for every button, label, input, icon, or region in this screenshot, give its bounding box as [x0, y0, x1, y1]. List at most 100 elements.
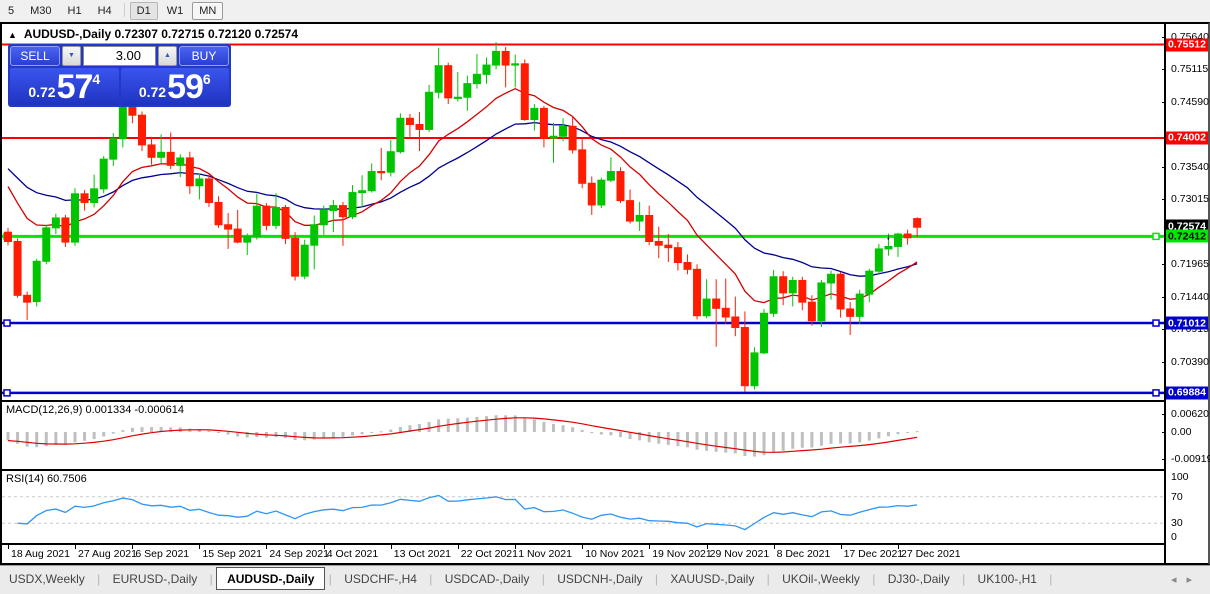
buy-price-display[interactable]: 0.72 59 6: [121, 68, 230, 105]
timeframe-button-d1[interactable]: D1: [130, 2, 158, 20]
buy-price-sup: 6: [203, 71, 211, 87]
hline-handle[interactable]: [4, 390, 10, 396]
date-tick: [324, 545, 325, 549]
arrow-marker[interactable]: ↓: [885, 230, 891, 242]
tab-separator: |: [538, 572, 548, 586]
timeframe-button-5[interactable]: 5: [1, 2, 21, 20]
rsi-indicator-panel[interactable]: RSI(14) 60.7506: [2, 471, 1164, 545]
sell-button[interactable]: SELL: [10, 46, 60, 66]
buy-price-prefix: 0.72: [139, 84, 166, 100]
price-axis-tick: [1162, 362, 1166, 363]
date-tick: [841, 545, 842, 549]
tab-separator: |: [652, 572, 662, 586]
volume-input[interactable]: 3.00: [83, 46, 156, 66]
date-label: 6 Sep 2021: [135, 548, 189, 560]
date-tick: [458, 545, 459, 549]
one-click-trading-panel: SELL ▼ 3.00 ▲ BUY 0.72 57 4 0.72 59 6: [8, 44, 231, 107]
chart-tab-audusd-daily[interactable]: AUDUSD-,Daily: [216, 567, 325, 590]
slow-ma-line: [8, 123, 917, 277]
tab-separator: |: [763, 572, 773, 586]
rsi-line: [18, 496, 918, 530]
date-tick: [649, 545, 650, 549]
sell-price-sup: 4: [92, 71, 100, 87]
sell-price-display[interactable]: 0.72 57 4: [10, 68, 119, 105]
chart-window: ▲ AUDUSD-,Daily 0.72307 0.72715 0.72120 …: [0, 22, 1210, 565]
chart-tab-ukoil-weekly[interactable]: UKOil-,Weekly: [773, 567, 869, 590]
date-label: 27 Dec 2021: [901, 548, 961, 560]
date-label: 18 Aug 2021: [11, 548, 70, 560]
date-tick: [391, 545, 392, 549]
chart-tab-usdchf-h4[interactable]: USDCHF-,H4: [335, 567, 426, 590]
toolbar-separator: [124, 3, 125, 17]
buy-price-big: 59: [167, 70, 203, 104]
chart-tab-usdx-weekly[interactable]: USDX,Weekly: [0, 567, 94, 590]
tab-separator: |: [1046, 572, 1052, 586]
tab-scroll-right-icon[interactable]: ▸: [1186, 574, 1202, 586]
tab-scroll-left-icon[interactable]: ◂: [1171, 574, 1187, 586]
sell-price-prefix: 0.72: [28, 84, 55, 100]
price-axis-tick-label: 0.71440: [1171, 291, 1209, 303]
macd-histogram: [7, 415, 919, 456]
chart-symbol-label: AUDUSD-,Daily: [24, 27, 111, 41]
main-chart-panel[interactable]: ▲ AUDUSD-,Daily 0.72307 0.72715 0.72120 …: [2, 24, 1164, 402]
chart-tab-usdcad-daily[interactable]: USDCAD-,Daily: [436, 567, 539, 590]
price-axis[interactable]: 0.756400.751150.745900.735400.730150.719…: [1166, 24, 1208, 563]
date-label: 22 Oct 2021: [461, 548, 518, 560]
date-tick: [774, 545, 775, 549]
price-label-0.71012: 0.71012: [1166, 317, 1208, 330]
timeframe-button-h4[interactable]: H4: [91, 2, 119, 20]
rsi-svg: [2, 471, 1164, 543]
tab-separator: |: [206, 572, 216, 586]
rsi-axis-tick-label: 30: [1171, 517, 1183, 529]
macd-axis-tick-label: 0.00: [1171, 426, 1191, 438]
macd-axis-tick: [1162, 432, 1166, 433]
hline-handle[interactable]: [1153, 390, 1159, 396]
macd-title: MACD(12,26,9) 0.001334 -0.000614: [6, 404, 184, 416]
date-label: 15 Sep 2021: [202, 548, 262, 560]
timeframe-button-mn[interactable]: MN: [192, 2, 223, 20]
macd-signal-line: [8, 418, 917, 453]
timeframe-button-m30[interactable]: M30: [23, 2, 58, 20]
buy-button[interactable]: BUY: [179, 46, 229, 66]
chart-tab-usdcnh-daily[interactable]: USDCNH-,Daily: [548, 567, 651, 590]
timeframe-toolbar: 5M30H1H4 D1W1MN: [0, 0, 1210, 23]
chart-title: ▲ AUDUSD-,Daily 0.72307 0.72715 0.72120 …: [8, 27, 298, 41]
price-axis-tick-label: 0.75115: [1171, 63, 1208, 75]
hline-handle[interactable]: [1153, 233, 1159, 239]
chart-tab-dj30-daily[interactable]: DJ30-,Daily: [879, 567, 959, 590]
rsi-axis-tick-label: 0: [1171, 531, 1177, 543]
date-label: 17 Dec 2021: [844, 548, 904, 560]
macd-indicator-panel[interactable]: MACD(12,26,9) 0.001334 -0.000614: [2, 402, 1164, 471]
chart-tab-eurusd-daily[interactable]: EURUSD-,Daily: [104, 567, 207, 590]
hline-handle[interactable]: [4, 320, 10, 326]
timeframe-button-w1[interactable]: W1: [160, 2, 191, 20]
date-tick: [898, 545, 899, 549]
date-tick: [199, 545, 200, 549]
volume-decrease-button[interactable]: ▼: [62, 46, 81, 66]
price-axis-tick-label: 0.73540: [1171, 161, 1209, 173]
date-tick: [132, 545, 133, 549]
price-axis-tick-label: 0.74590: [1171, 96, 1209, 108]
tab-separator: |: [959, 572, 969, 586]
tab-separator: |: [869, 572, 879, 586]
rsi-title: RSI(14) 60.7506: [6, 473, 87, 485]
price-label-0.72412: 0.72412: [1166, 230, 1208, 243]
time-axis[interactable]: 18 Aug 2021 27 Aug 20216 Sep 2021 15 Sep 2…: [2, 545, 1164, 563]
price-label-0.69884: 0.69884: [1166, 386, 1208, 399]
macd-axis-tick: [1162, 459, 1166, 460]
date-label: 4 Oct 2021: [327, 548, 378, 560]
hline-handle[interactable]: [1153, 320, 1159, 326]
price-axis-tick-label: 0.70390: [1171, 356, 1209, 368]
date-tick: [582, 545, 583, 549]
price-axis-tick: [1162, 102, 1166, 103]
volume-increase-button[interactable]: ▲: [158, 46, 177, 66]
timeframe-button-h1[interactable]: H1: [61, 2, 89, 20]
price-axis-tick-label: 0.73015: [1171, 193, 1209, 205]
date-tick: [266, 545, 267, 549]
chart-tab-uk100-h1[interactable]: UK100-,H1: [969, 567, 1046, 590]
date-label: 27 Aug 2021: [78, 548, 137, 560]
date-label: 13 Oct 2021: [394, 548, 451, 560]
collapse-triangle-icon[interactable]: ▲: [8, 30, 17, 40]
chart-ohlc-values: 0.72307 0.72715 0.72120 0.72574: [115, 27, 299, 41]
chart-tab-xauusd-daily[interactable]: XAUUSD-,Daily: [661, 567, 763, 590]
